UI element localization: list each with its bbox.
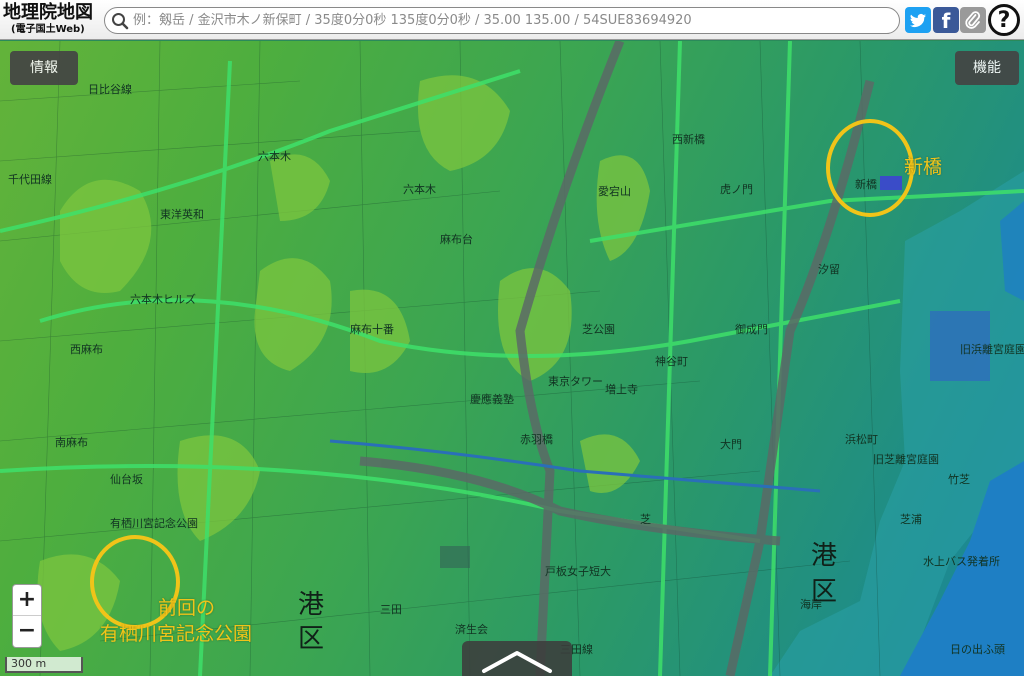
twitter-share-button[interactable] bbox=[905, 7, 931, 33]
map-label-mita: 三田 bbox=[380, 603, 402, 616]
map-label-hibiya-line: 日比谷線 bbox=[88, 83, 132, 96]
map-label-hinode: 日の出ふ頭 bbox=[950, 643, 1005, 656]
search-box[interactable] bbox=[104, 7, 900, 34]
map-label-akasaka: 六本木 bbox=[403, 183, 436, 196]
info-button[interactable]: 情報 bbox=[10, 51, 78, 85]
map-label-azabu-juban: 麻布十番 bbox=[350, 323, 394, 336]
map-label-arisugawa: 有栖川宮記念公園 bbox=[110, 517, 198, 530]
scale-bar: 300 m bbox=[5, 657, 83, 673]
map-label-roppongi: 六本木 bbox=[258, 150, 291, 163]
map-layer bbox=[0, 41, 1024, 676]
help-button[interactable]: ? bbox=[988, 4, 1020, 36]
function-button[interactable]: 機能 bbox=[955, 51, 1019, 85]
map-label-onarimon: 御成門 bbox=[735, 323, 768, 336]
map-label-shiodome: 汐留 bbox=[818, 263, 840, 276]
facebook-share-button[interactable]: f bbox=[933, 7, 959, 33]
map-label-hamarikyu: 旧浜離宮庭園 bbox=[960, 343, 1024, 356]
map-label-shiba: 芝 bbox=[640, 513, 651, 526]
map-label-tokyo-women: 戸板女子短大 bbox=[545, 565, 611, 578]
link-button[interactable] bbox=[960, 7, 986, 33]
ward-label-minato-2: 港 bbox=[811, 541, 838, 571]
ward-label-minato-1: 港 bbox=[298, 590, 325, 620]
map-label-toyo-eiwa: 東洋英和 bbox=[160, 208, 204, 221]
map-label-shinbashi-station: 新橋 bbox=[855, 178, 877, 191]
map-label-akabanebashi: 赤羽橋 bbox=[520, 433, 553, 446]
map-label-chiyoda-line: 千代田線 bbox=[8, 173, 52, 186]
bottom-drawer-handle[interactable] bbox=[462, 641, 572, 676]
map-label-tokyo-tower: 東京タワー bbox=[548, 375, 603, 388]
map-label-shiba-park: 芝公園 bbox=[582, 323, 615, 336]
annotation-previous-line1: 前回の bbox=[158, 597, 216, 619]
app-logo[interactable]: 地理院地図 (電子国土Web) bbox=[3, 3, 99, 37]
map-label-nishi-shinbashi: 西新橋 bbox=[672, 133, 705, 146]
map-canvas[interactable]: 六本木 六本木 愛宕山 西新橋 麻布十番 芝公園 増上寺 東京タワー 神谷町 御… bbox=[0, 41, 1024, 676]
map-label-daimon: 大門 bbox=[720, 438, 742, 451]
map-label-nishiazabu: 西麻布 bbox=[70, 343, 103, 356]
chevron-up-icon bbox=[482, 651, 552, 673]
map-label-water-bus: 水上バス発着所 bbox=[923, 555, 1000, 568]
map-label-kyu-shiba: 旧芝離宮庭園 bbox=[873, 453, 939, 466]
map-label-sendaizaka: 仙台坂 bbox=[110, 473, 143, 486]
zoom-in-button[interactable]: + bbox=[13, 585, 41, 616]
app-title: 地理院地図 bbox=[3, 2, 93, 23]
map-label-minamiazabu: 南麻布 bbox=[55, 436, 88, 449]
link-icon bbox=[965, 11, 981, 29]
search-input[interactable] bbox=[133, 9, 893, 32]
ward-label-ku-1: 区 bbox=[298, 624, 325, 654]
map-label-toranomon: 虎ノ門 bbox=[720, 183, 753, 196]
twitter-icon bbox=[910, 13, 926, 28]
map-label-azabudai: 麻布台 bbox=[440, 233, 473, 246]
ward-label-ku-2: 区 bbox=[811, 577, 838, 607]
map-label-takeshiba: 竹芝 bbox=[948, 473, 970, 486]
map-label-zojoji: 増上寺 bbox=[605, 383, 638, 396]
map-label-keio: 慶應義塾 bbox=[470, 393, 514, 406]
search-icon[interactable] bbox=[111, 12, 129, 30]
top-bar: 地理院地図 (電子国土Web) f ? bbox=[0, 0, 1024, 40]
map-label-keio-mita: 済生会 bbox=[455, 623, 488, 636]
zoom-out-button[interactable]: − bbox=[13, 616, 41, 647]
map-label-atago: 愛宕山 bbox=[598, 185, 631, 198]
map-label-kamiyacho: 神谷町 bbox=[655, 355, 688, 368]
annotation-previous-line2: 有栖川宮記念公園 bbox=[100, 623, 253, 645]
app-subtitle: (電子国土Web) bbox=[11, 24, 85, 35]
annotation-shinbashi: 新橋 bbox=[904, 156, 943, 178]
zoom-control: + − bbox=[12, 584, 42, 648]
map-label-hamamatsucho: 浜松町 bbox=[845, 433, 878, 446]
map-label-roppongi-hills: 六本木ヒルズ bbox=[130, 293, 196, 306]
map-label-shibaura: 芝浦 bbox=[900, 513, 922, 526]
